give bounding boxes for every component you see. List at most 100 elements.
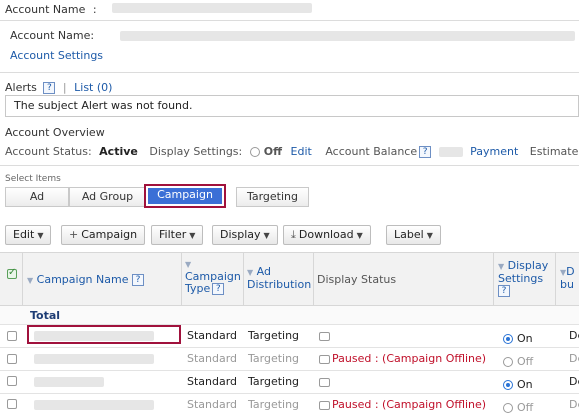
account-name-header: Account Name :	[5, 3, 313, 16]
display-settings-edit-link[interactable]: Edit	[291, 145, 312, 158]
row-checkbox[interactable]	[7, 399, 17, 409]
row-checkbox[interactable]	[7, 376, 17, 386]
campaign-name-highlight	[27, 325, 181, 344]
display-status-cell: Paused : (Campaign Offline)	[319, 352, 486, 365]
account-balance-help-icon[interactable]: ?	[419, 146, 432, 158]
campaign-name-redacted[interactable]	[34, 354, 154, 364]
comment-icon[interactable]	[319, 354, 330, 364]
alerts-list-link[interactable]: List (0)	[74, 81, 112, 94]
display-setting-cell[interactable]: Off	[503, 355, 533, 368]
campaign-type-cell: Standard	[187, 352, 238, 365]
alerts-label: Alerts	[5, 81, 37, 94]
download-button[interactable]: ⤓ Download ▼	[283, 225, 371, 245]
account-settings-link[interactable]: Account Settings	[10, 49, 103, 62]
chevron-down-icon: ▼	[263, 231, 270, 240]
campaign-type-cell: Standard	[187, 375, 238, 388]
radio-off-icon	[503, 403, 513, 413]
chevron-down-icon: ▼	[426, 231, 433, 240]
ad-distribution-cell: Targeting	[248, 329, 300, 342]
account-name-label: Account Name:	[10, 29, 95, 42]
payment-link[interactable]: Payment	[470, 145, 518, 158]
ad-distribution-cell: Targeting	[248, 398, 300, 411]
download-button-label: Download	[298, 228, 354, 241]
row-checkbox[interactable]	[7, 354, 17, 364]
add-campaign-button-label: Campaign	[81, 228, 138, 241]
alerts-help-icon[interactable]: ?	[43, 82, 56, 94]
ad-distribution-cell: Targeting	[248, 375, 300, 388]
daily-budget-cell: De	[569, 398, 579, 411]
edit-button-label: Edit	[13, 228, 35, 241]
display-setting-text: On	[517, 332, 533, 345]
radio-off-icon	[503, 357, 513, 367]
header-display-settings[interactable]: ▼ Display Settings ?	[498, 260, 548, 297]
comment-icon[interactable]	[319, 377, 330, 387]
table-row: Standard Targeting Paused : (Campaign Of…	[0, 394, 579, 416]
edit-button[interactable]: Edit ▼	[5, 225, 52, 245]
campaign-type-help-icon[interactable]: ?	[212, 283, 225, 295]
daily-budget-cell: De	[569, 352, 579, 365]
header-daily-budget-label-2: bu	[560, 278, 574, 291]
header-campaign-name[interactable]: ▼ Campaign Name ?	[27, 273, 144, 286]
alerts-message: The subject Alert was not found.	[14, 99, 193, 112]
display-settings-value: Off	[263, 145, 283, 158]
alerts-divider: |	[62, 81, 67, 94]
display-button[interactable]: Display ▼	[212, 225, 278, 245]
campaign-name-redacted[interactable]	[34, 377, 104, 387]
display-setting-cell[interactable]: On	[503, 378, 533, 391]
daily-budget-cell: De	[569, 329, 579, 342]
account-status-value: Active	[99, 145, 138, 158]
account-name-header-label: Account Name	[5, 3, 86, 16]
account-balance-redacted	[438, 147, 463, 157]
account-name-redacted	[112, 3, 313, 13]
campaign-name-help-icon[interactable]: ?	[131, 274, 144, 286]
display-setting-cell[interactable]: Off	[503, 401, 533, 414]
filter-button[interactable]: Filter ▼	[151, 225, 204, 245]
header-daily-budget[interactable]: ▼D bu	[560, 266, 575, 291]
campaign-name-redacted[interactable]	[34, 400, 154, 410]
add-campaign-button[interactable]: + Campaign	[61, 225, 146, 245]
display-status-cell: Paused : (Campaign Offline)	[319, 398, 486, 411]
table-total-row: Total	[0, 306, 579, 325]
display-setting-cell[interactable]: On	[503, 332, 533, 345]
row-checkbox[interactable]	[7, 331, 17, 341]
comment-icon[interactable]	[319, 400, 330, 410]
account-name-header-sep: :	[92, 3, 97, 16]
alerts-message-box: The subject Alert was not found.	[5, 95, 579, 117]
filter-button-label: Filter	[159, 228, 187, 241]
radio-on-icon	[503, 334, 513, 344]
header-display-settings-label-2: Settings	[498, 272, 544, 285]
ad-distribution-cell: Targeting	[248, 352, 300, 365]
tab-campaign[interactable]: Campaign	[144, 184, 226, 208]
table-total-label: Total	[30, 309, 61, 322]
sort-icon: ▼	[247, 268, 254, 277]
header-campaign-name-label: Campaign Name	[36, 273, 129, 286]
header-ad-distribution-label-2: Distribution	[247, 278, 312, 291]
header-ad-distribution[interactable]: ▼ Ad Distribution	[247, 266, 311, 291]
display-settings-help-icon[interactable]: ?	[498, 285, 510, 297]
display-settings-radio-icon	[249, 147, 260, 157]
account-overview-line: Account Status: Active Display Settings:…	[5, 145, 579, 158]
alerts-header: Alerts ? | List (0)	[5, 81, 112, 94]
display-status-cell	[319, 329, 332, 342]
table-row: Standard Targeting On De	[0, 371, 579, 394]
label-button[interactable]: Label ▼	[386, 225, 441, 245]
select-all-checkbox[interactable]	[7, 267, 17, 279]
tab-ad-group[interactable]: Ad Group	[69, 187, 146, 207]
tab-targeting[interactable]: Targeting	[236, 187, 309, 207]
display-setting-text: Off	[517, 355, 534, 368]
campaign-type-cell: Standard	[187, 398, 238, 411]
display-status-text: Paused : (Campaign Offline)	[332, 398, 487, 411]
header-campaign-type-label-2: Type	[185, 282, 211, 295]
sort-icon: ▼	[27, 276, 34, 285]
display-setting-text: On	[517, 378, 533, 391]
display-settings-label: Display Settings:	[149, 145, 243, 158]
account-overview-title: Account Overview	[5, 126, 105, 139]
tab-ad[interactable]: Ad	[5, 187, 69, 207]
download-icon: ⤓	[291, 228, 296, 241]
campaign-type-cell: Standard	[187, 329, 238, 342]
display-button-label: Display	[220, 228, 261, 241]
header-campaign-type[interactable]: ▼ Campaign Type?	[185, 259, 241, 295]
table-row: Standard Targeting Paused : (Campaign Of…	[0, 348, 579, 371]
label-button-label: Label	[394, 228, 424, 241]
comment-icon[interactable]	[319, 331, 330, 341]
